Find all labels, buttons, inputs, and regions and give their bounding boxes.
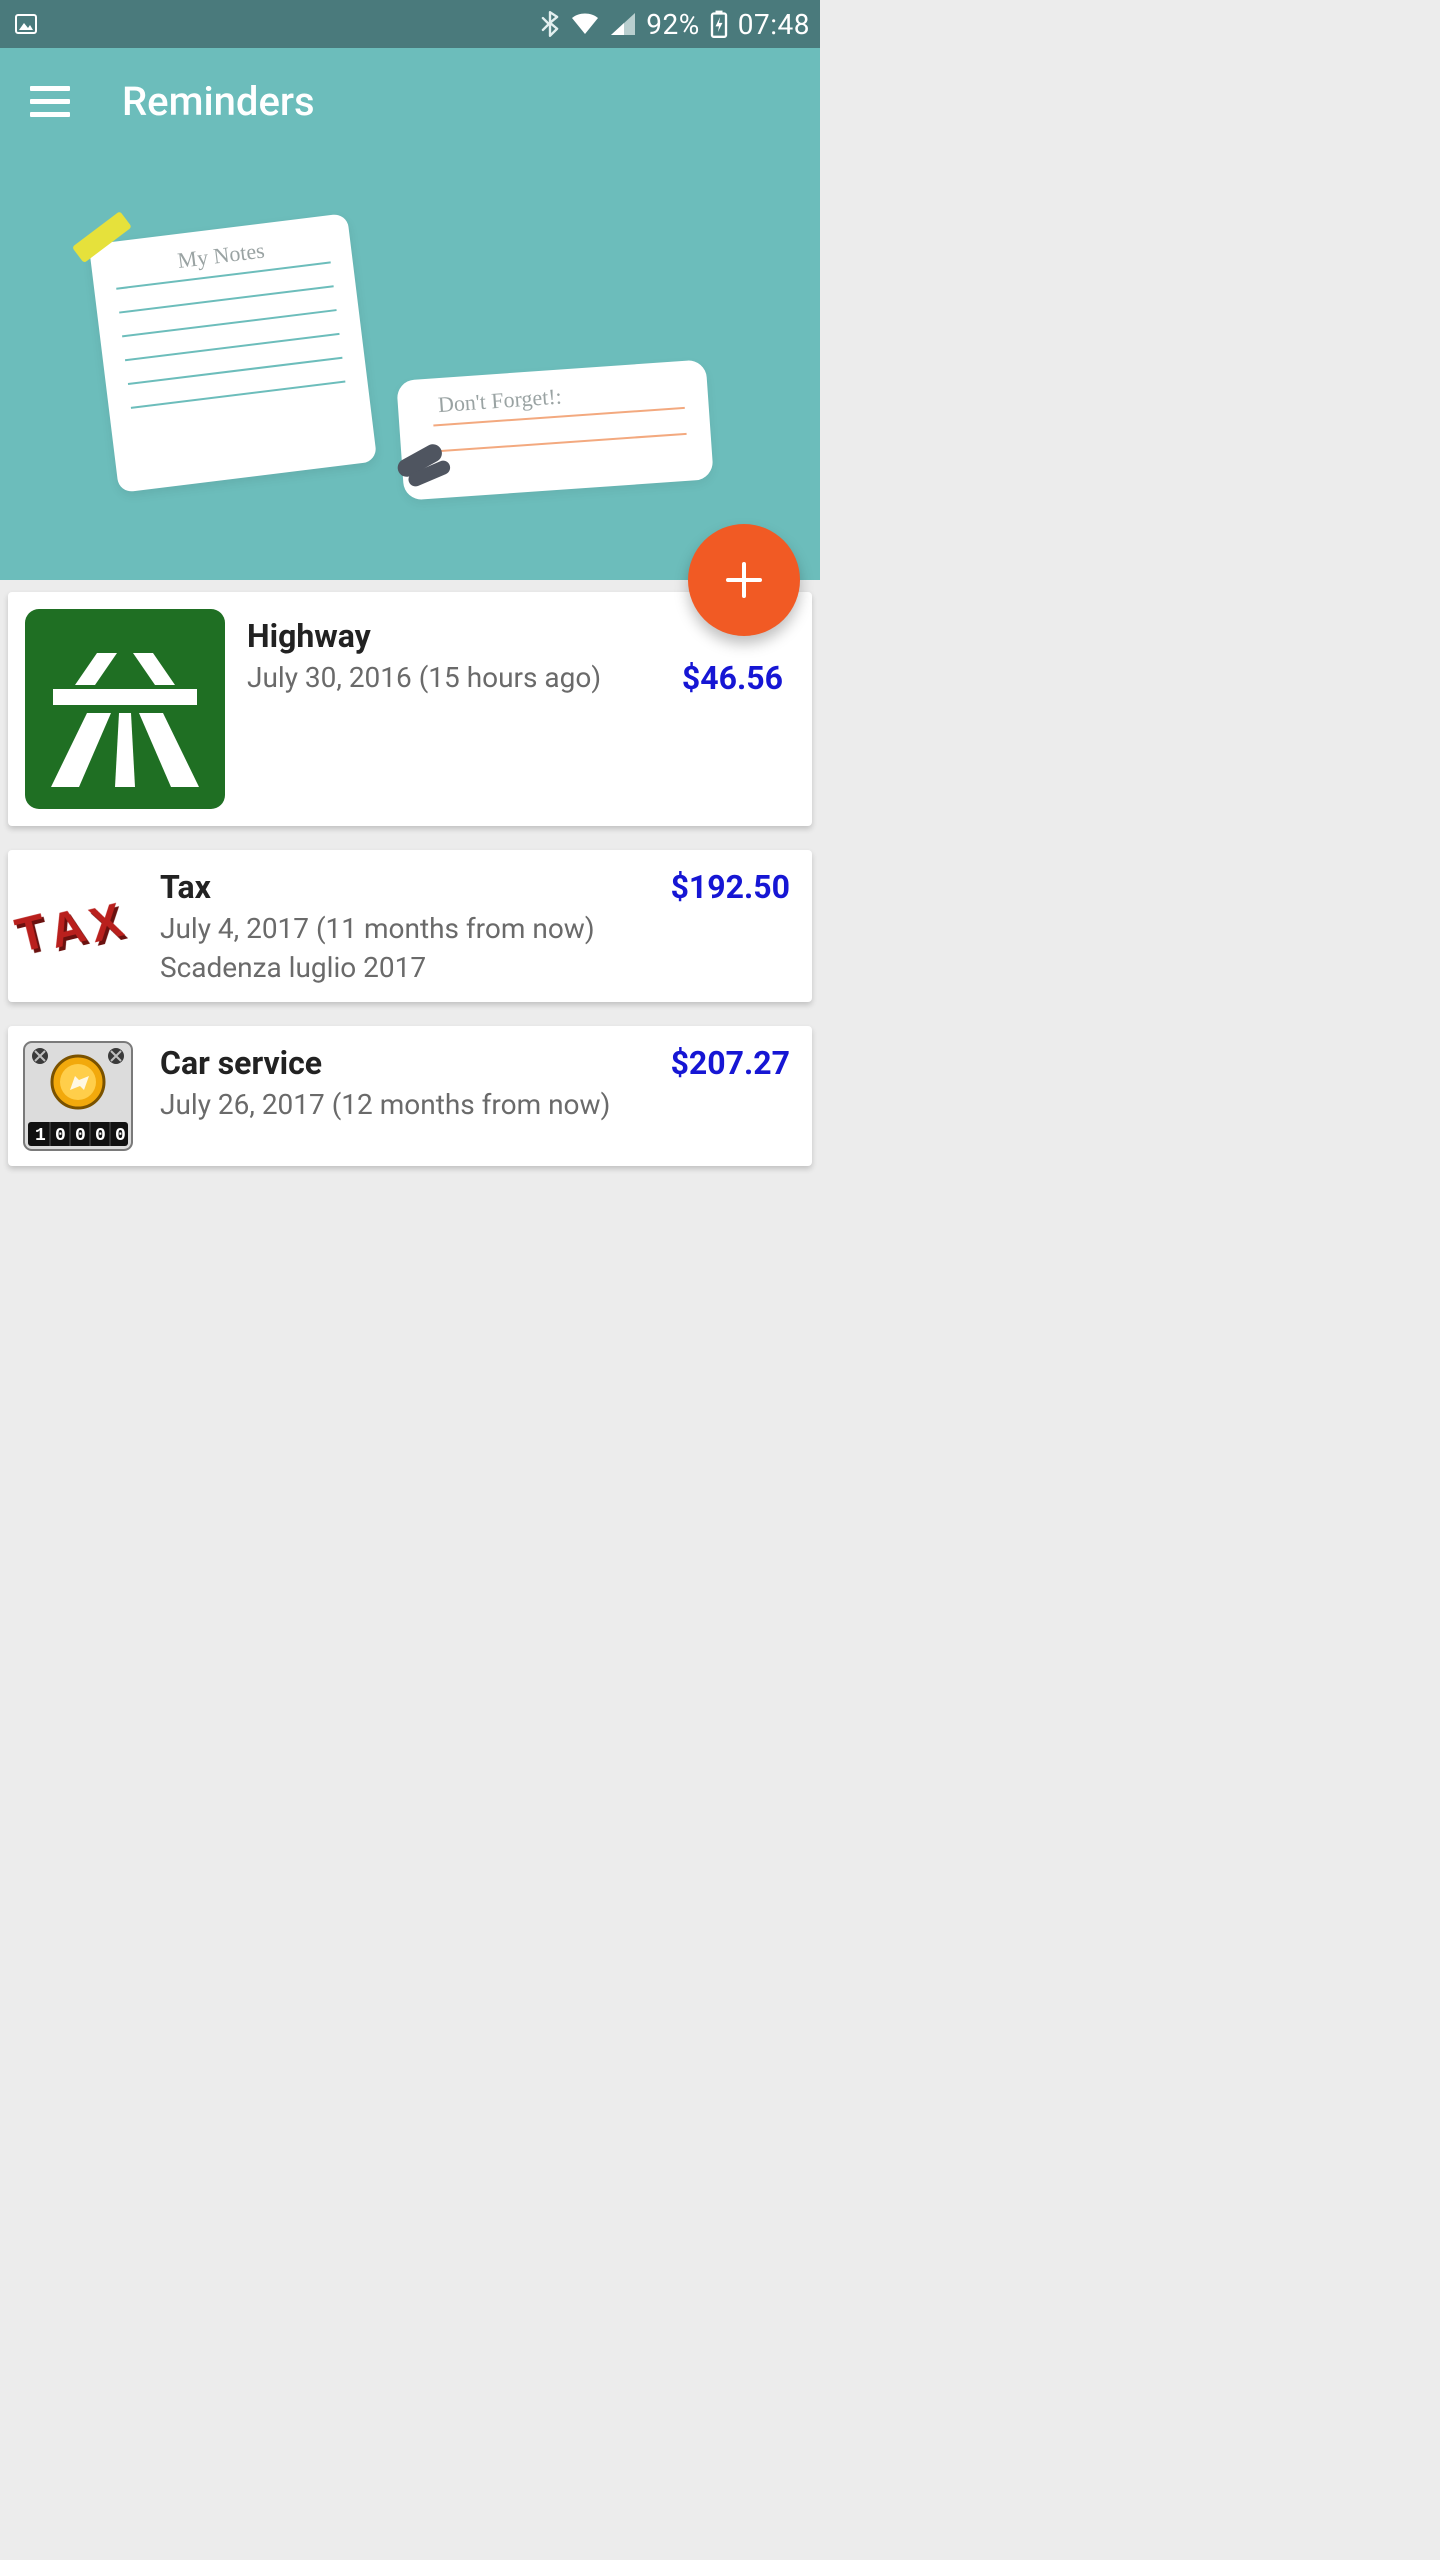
reminder-thumbnail	[15, 599, 235, 819]
status-bar-left	[14, 12, 38, 36]
reminder-price: $192.50	[671, 850, 812, 906]
tax-icon: T A X	[6, 864, 150, 987]
car-service-icon: 1 0 0 0 0	[18, 1036, 138, 1156]
reminder-card[interactable]: 1 0 0 0 0 Car service July 26, 2017 (12 …	[8, 1026, 812, 1166]
svg-text:1: 1	[35, 1126, 46, 1146]
svg-text:A: A	[45, 899, 91, 959]
svg-text:0: 0	[55, 1126, 66, 1146]
svg-text:X: X	[84, 894, 128, 953]
status-bar: 92% 07:48	[0, 0, 820, 48]
cell-signal-icon	[610, 12, 636, 36]
status-bar-right: 92% 07:48	[540, 8, 810, 41]
wifi-icon	[570, 12, 600, 36]
reminder-title: Tax	[160, 868, 659, 906]
reminder-card[interactable]: Highway July 30, 2016 (15 hours ago) $46…	[8, 592, 812, 826]
reminder-thumbnail: T A X	[8, 856, 148, 996]
bluetooth-icon	[540, 11, 560, 37]
sticky-note-dontforget: Don't Forget!:	[396, 359, 714, 500]
reminder-price: $207.27	[671, 1026, 812, 1082]
reminder-list: Highway July 30, 2016 (15 hours ago) $46…	[0, 580, 820, 1178]
svg-text:0: 0	[115, 1126, 126, 1146]
reminder-subtitle: July 4, 2017 (11 months from now)	[160, 912, 659, 945]
reminder-title: Car service	[160, 1044, 659, 1082]
svg-text:0: 0	[75, 1126, 86, 1146]
reminder-subtitle: July 30, 2016 (15 hours ago)	[247, 661, 670, 694]
reminder-thumbnail: 1 0 0 0 0	[8, 1026, 148, 1166]
svg-text:0: 0	[95, 1126, 106, 1146]
page-title: Reminders	[122, 78, 315, 125]
menu-button[interactable]	[30, 82, 70, 122]
clock-time: 07:48	[738, 8, 810, 41]
reminder-card[interactable]: T A X Tax July 4, 2017 (11 months from n…	[8, 850, 812, 1002]
sticky-note-mynotes: My Notes	[89, 213, 378, 493]
reminder-title: Highway	[247, 617, 670, 655]
highway-icon	[25, 609, 225, 809]
reminder-subtitle: July 26, 2017 (12 months from now)	[160, 1088, 659, 1121]
reminder-note: Scadenza luglio 2017	[160, 951, 659, 984]
header: Reminders My Notes Don't Forget!:	[0, 48, 820, 580]
plus-icon	[722, 558, 766, 602]
add-reminder-fab[interactable]	[688, 524, 800, 636]
picture-icon	[14, 12, 38, 36]
battery-percent: 92%	[646, 8, 699, 41]
battery-charging-icon	[710, 10, 728, 38]
